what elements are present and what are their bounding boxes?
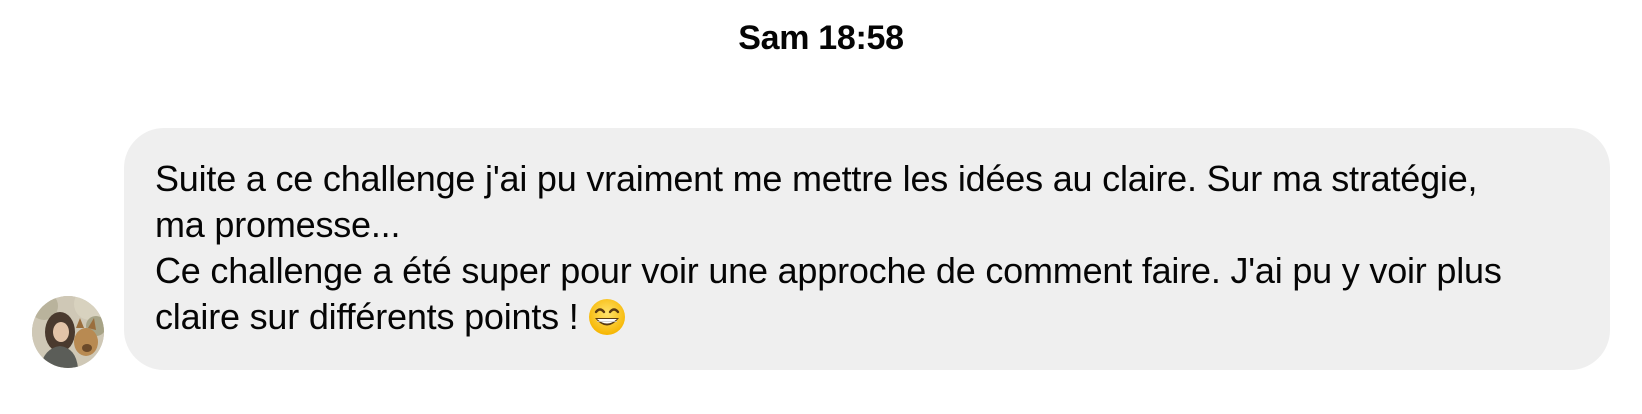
message-bubble[interactable]: Suite a ce challenge j'ai pu vraiment me… [124, 128, 1610, 370]
message-text: Suite a ce challenge j'ai pu vraiment me… [155, 156, 1580, 340]
grinning-face-emoji-icon [587, 297, 627, 337]
message-timestamp: Sam 18:58 [738, 19, 904, 57]
avatar[interactable] [32, 296, 104, 368]
avatar-photo-icon [32, 296, 104, 368]
message-row: Suite a ce challenge j'ai pu vraiment me… [32, 128, 1610, 370]
message-body: Suite a ce challenge j'ai pu vraiment me… [155, 158, 1502, 337]
